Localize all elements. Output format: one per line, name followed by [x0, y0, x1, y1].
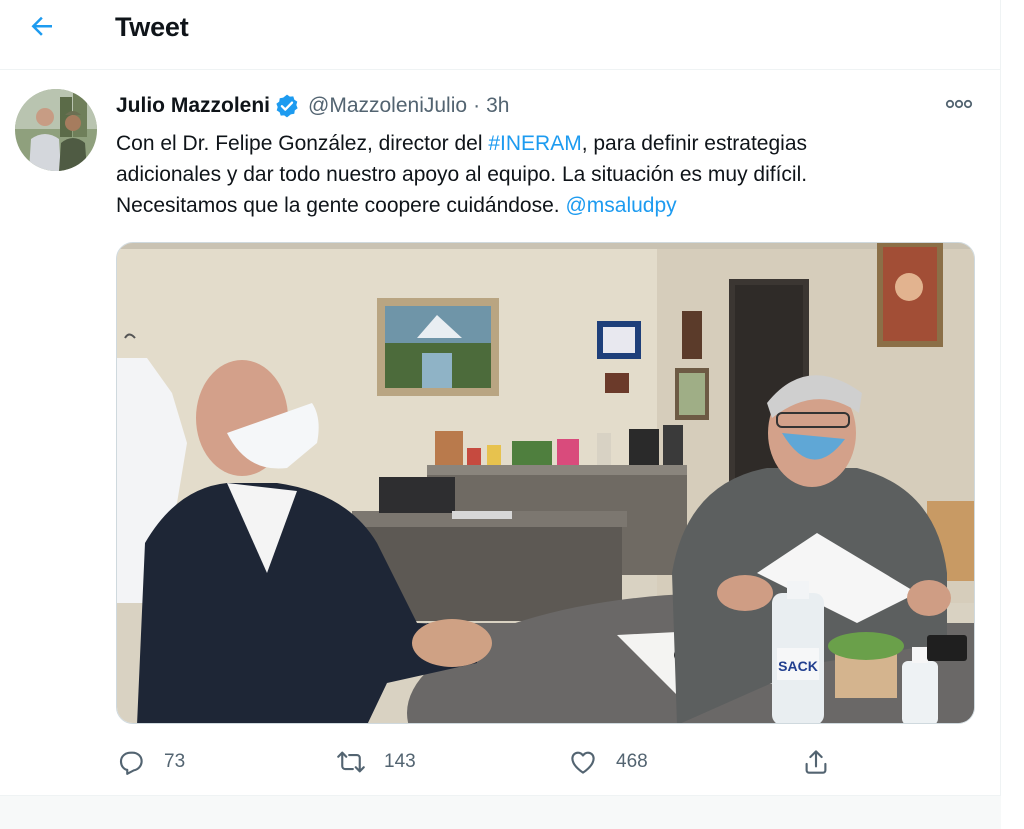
page-header: Tweet	[0, 0, 1001, 70]
tweet-timestamp[interactable]: 3h	[486, 94, 509, 118]
tweet-text-line-2: adicionales y dar todo nuestro apoyo al …	[116, 163, 808, 186]
more-options-button[interactable]	[942, 94, 976, 114]
heart-icon	[571, 751, 595, 774]
retweet-count: 143	[384, 751, 416, 772]
share-button[interactable]	[801, 742, 831, 782]
tweet-text: Con el Dr. Felipe González, director del…	[116, 128, 976, 221]
author-handle[interactable]: @MazzoleniJulio	[308, 94, 467, 118]
author-line: Julio Mazzoleni @MazzoleniJulio · 3h	[116, 92, 509, 120]
tweet-text-line-3: Necesitamos que la gente coopere cuidánd…	[116, 190, 976, 221]
reply-icon	[119, 751, 143, 775]
verified-badge-icon	[274, 93, 300, 119]
hashtag-link[interactable]: #INERAM	[488, 132, 581, 155]
tweet-text-line-1: Con el Dr. Felipe González, director del…	[116, 128, 976, 159]
tweet-text-segment: Con el Dr. Felipe González, director del	[116, 132, 489, 155]
retweet-icon	[337, 751, 365, 773]
like-count: 468	[616, 751, 648, 772]
like-button[interactable]: 468	[568, 742, 648, 782]
reply-count: 73	[164, 751, 186, 772]
author-name[interactable]: Julio Mazzoleni	[116, 94, 270, 118]
avatar-image	[15, 89, 97, 171]
tweet-photo[interactable]: SACK	[116, 242, 975, 724]
tweet-text-segment: , para definir estrategias	[581, 132, 807, 155]
bottle-label: SACK	[778, 658, 818, 674]
section-divider	[0, 795, 1001, 829]
page-title: Tweet	[115, 12, 189, 42]
mention-link[interactable]: @msaludpy	[565, 194, 676, 217]
tweet-detail-column: Tweet Julio Mazzoleni @MazzoleniJulio · …	[0, 0, 1001, 829]
photo-office-meeting: SACK	[117, 243, 974, 723]
separator-dot: ·	[473, 94, 481, 117]
avatar[interactable]	[15, 89, 97, 171]
tweet-text-segment: Necesitamos que la gente coopere cuidánd…	[116, 194, 566, 217]
scrollbar[interactable]	[1002, 0, 1024, 829]
share-icon	[805, 750, 827, 774]
arrow-left-icon	[31, 16, 52, 36]
tweet-actions-bar: 73 143 468	[116, 742, 856, 782]
reply-button[interactable]: 73	[116, 742, 185, 782]
back-button[interactable]	[22, 8, 62, 44]
more-dots-icon	[945, 99, 973, 109]
retweet-button[interactable]: 143	[336, 742, 416, 782]
